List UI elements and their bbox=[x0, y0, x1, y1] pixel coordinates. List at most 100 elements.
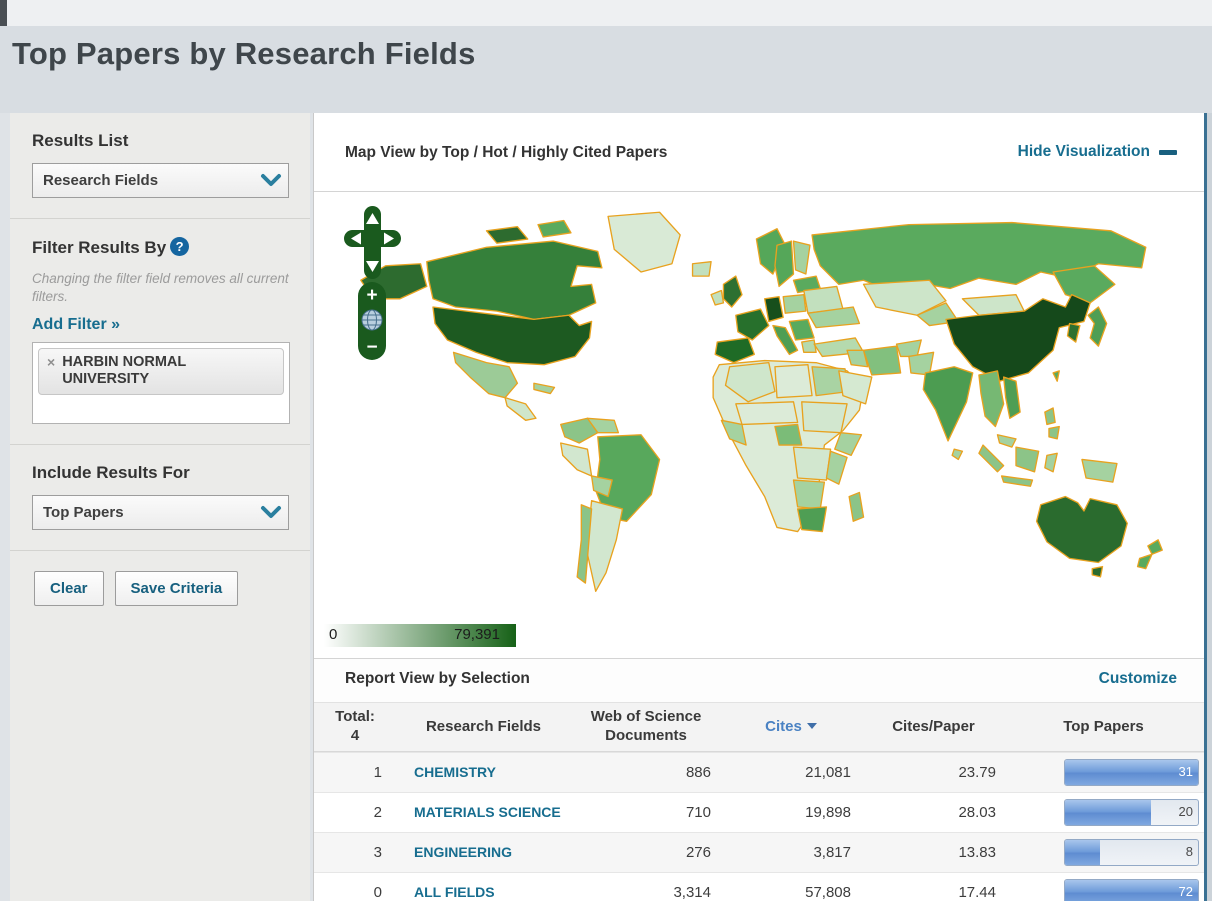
cites-per-paper-cell: 28.03 bbox=[958, 804, 996, 821]
legend-min-value: 0 bbox=[329, 626, 338, 643]
map-legend: 0 79,391 bbox=[324, 624, 516, 647]
field-link[interactable]: MATERIALS SCIENCE bbox=[414, 804, 561, 821]
filter-heading: Filter Results By? bbox=[32, 237, 290, 258]
map-header: Map View by Top / Hot / Highly Cited Pap… bbox=[314, 113, 1205, 192]
top-papers-bar: 20 bbox=[1064, 799, 1199, 826]
table-row: 0 ALL FIELDS 3,314 57,808 17.44 72 bbox=[314, 872, 1205, 901]
top-papers-bar-fill bbox=[1065, 840, 1100, 865]
results-list-heading: Results List bbox=[32, 131, 129, 150]
filter-tag-box: × HARBIN NORMAL UNIVERSITY bbox=[32, 342, 290, 425]
include-results-section: Include Results For Top Papers bbox=[10, 445, 310, 552]
remove-filter-icon[interactable]: × bbox=[47, 354, 55, 387]
page-title: Top Papers by Research Fields bbox=[12, 36, 476, 71]
table-row: 3 ENGINEERING 276 3,817 13.83 8 bbox=[314, 832, 1205, 872]
field-link[interactable]: ENGINEERING bbox=[414, 844, 512, 861]
top-papers-bar: 31 bbox=[1064, 759, 1199, 786]
wos-documents-cell: 886 bbox=[685, 764, 711, 781]
map-zoom-control: + − bbox=[358, 282, 386, 360]
column-header-top-papers[interactable]: Top Papers bbox=[1006, 718, 1201, 737]
corner-notch bbox=[0, 0, 7, 26]
field-cell: ALL FIELDS bbox=[396, 884, 571, 901]
filter-tag[interactable]: × HARBIN NORMAL UNIVERSITY bbox=[38, 348, 284, 395]
rank-cell: 1 bbox=[373, 764, 382, 781]
filter-tag-label: HARBIN NORMAL UNIVERSITY bbox=[62, 354, 186, 388]
sidebar-actions: Clear Save Criteria bbox=[10, 551, 310, 626]
map-pan-control[interactable] bbox=[344, 206, 402, 280]
field-cell: MATERIALS SCIENCE bbox=[396, 804, 571, 821]
top-papers-value: 8 bbox=[1185, 844, 1193, 859]
cites-cell: 3,817 bbox=[813, 844, 851, 861]
globe-icon[interactable] bbox=[361, 309, 383, 336]
rank-cell: 3 bbox=[373, 844, 382, 861]
top-papers-cell: 72 bbox=[1006, 879, 1201, 901]
column-header-cites[interactable]: Cites bbox=[721, 718, 861, 737]
map-area: + − 0 79,391 bbox=[314, 192, 1205, 659]
cites-cell: 19,898 bbox=[805, 804, 851, 821]
cites-per-paper-cell: 17.44 bbox=[958, 884, 996, 901]
browser-top-strip bbox=[0, 0, 1212, 26]
filter-section: Filter Results By? Changing the filter f… bbox=[10, 219, 310, 446]
total-count: 4 bbox=[350, 727, 360, 744]
zoom-in-button[interactable]: + bbox=[358, 286, 386, 305]
rank-cell: 2 bbox=[373, 804, 382, 821]
cites-cell: 21,081 bbox=[805, 764, 851, 781]
page-header: Top Papers by Research Fields bbox=[0, 26, 1212, 113]
column-header-cites-per-paper[interactable]: Cites/Paper bbox=[861, 718, 1006, 737]
customize-link[interactable]: Customize bbox=[1099, 670, 1177, 688]
total-header: Total: 4 bbox=[335, 708, 375, 744]
page-right-margin bbox=[1207, 113, 1212, 901]
cites-cell: 57,808 bbox=[805, 884, 851, 901]
results-list-dropdown[interactable]: Research Fields bbox=[32, 163, 289, 198]
top-papers-bar: 8 bbox=[1064, 839, 1199, 866]
top-papers-bar-fill bbox=[1065, 800, 1152, 825]
cites-per-paper-cell: 23.79 bbox=[958, 764, 996, 781]
table-row: 2 MATERIALS SCIENCE 710 19,898 28.03 20 bbox=[314, 792, 1205, 832]
filter-note: Changing the filter field removes all cu… bbox=[32, 271, 289, 305]
wos-documents-cell: 710 bbox=[685, 804, 711, 821]
wos-documents-cell: 276 bbox=[685, 844, 711, 861]
field-link[interactable]: CHEMISTRY bbox=[414, 764, 496, 781]
rank-cell: 0 bbox=[373, 884, 382, 901]
top-papers-cell: 31 bbox=[1006, 759, 1201, 786]
hide-visualization-link[interactable]: Hide Visualization bbox=[1018, 143, 1177, 161]
report-header: Report View by Selection Customize bbox=[314, 659, 1205, 702]
chevron-down-icon bbox=[260, 503, 282, 526]
save-criteria-button[interactable]: Save Criteria bbox=[114, 571, 239, 607]
table-header-row: Total: 4 Research Fields Web of Science … bbox=[314, 702, 1205, 752]
column-header-wos-documents[interactable]: Web of Science Documents bbox=[571, 708, 721, 746]
include-results-dropdown[interactable]: Top Papers bbox=[32, 495, 289, 531]
collapse-icon bbox=[1159, 149, 1177, 155]
table-body: 1 CHEMISTRY 886 21,081 23.79 31 2 MATERIALS SCI… bbox=[314, 752, 1205, 901]
column-header-research-fields[interactable]: Research Fields bbox=[396, 718, 571, 737]
field-cell: CHEMISTRY bbox=[396, 764, 571, 781]
cites-per-paper-cell: 13.83 bbox=[958, 844, 996, 861]
table-row: 1 CHEMISTRY 886 21,081 23.79 31 bbox=[314, 752, 1205, 792]
legend-max-value: 79,391 bbox=[454, 626, 500, 643]
field-cell: ENGINEERING bbox=[396, 844, 571, 861]
top-papers-cell: 8 bbox=[1006, 839, 1201, 866]
wos-documents-cell: 3,314 bbox=[673, 884, 711, 901]
field-link[interactable]: ALL FIELDS bbox=[414, 884, 495, 901]
add-filter-link[interactable]: Add Filter » bbox=[32, 316, 120, 334]
map-view-title: Map View by Top / Hot / Highly Cited Pap… bbox=[345, 144, 668, 161]
top-papers-cell: 20 bbox=[1006, 799, 1201, 826]
top-papers-value: 31 bbox=[1178, 764, 1193, 779]
world-map[interactable] bbox=[332, 194, 1187, 624]
app-window: Top Papers by Research Fields Results Li… bbox=[0, 0, 1212, 901]
sort-desc-icon bbox=[806, 722, 817, 729]
top-papers-bar: 72 bbox=[1064, 879, 1199, 901]
top-papers-value: 20 bbox=[1178, 804, 1193, 819]
include-results-selected: Top Papers bbox=[43, 504, 124, 522]
top-papers-value: 72 bbox=[1178, 884, 1193, 899]
help-icon[interactable]: ? bbox=[170, 237, 190, 256]
main-panel: Map View by Top / Hot / Highly Cited Pap… bbox=[313, 113, 1205, 901]
include-results-heading: Include Results For bbox=[32, 463, 190, 483]
clear-button[interactable]: Clear bbox=[34, 571, 104, 607]
sidebar: Results List Research Fields Filter Resu… bbox=[10, 113, 310, 901]
zoom-out-button[interactable]: − bbox=[358, 338, 386, 357]
results-list-selected: Research Fields bbox=[43, 172, 159, 189]
report-view-title: Report View by Selection bbox=[345, 670, 530, 687]
results-list-section: Results List Research Fields bbox=[10, 113, 310, 219]
chevron-down-icon bbox=[260, 171, 282, 194]
report-table: Total: 4 Research Fields Web of Science … bbox=[314, 702, 1205, 901]
